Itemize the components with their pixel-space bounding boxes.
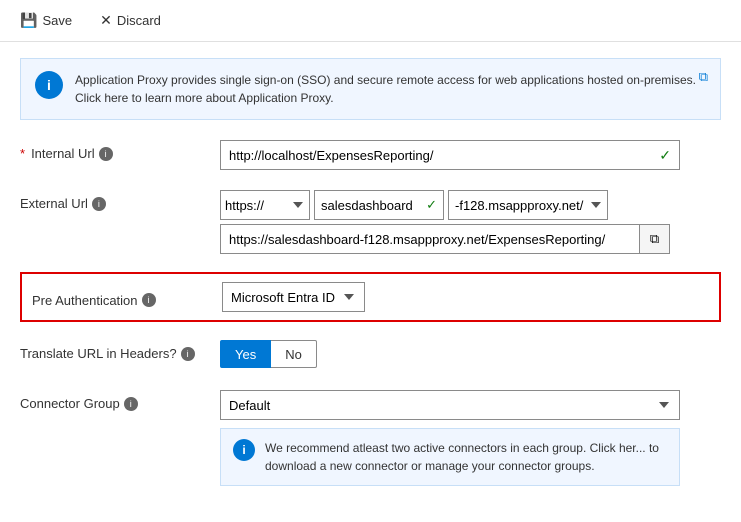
pre-auth-select[interactable]: Microsoft Entra ID Passthrough: [222, 282, 365, 312]
subdomain-valid-icon: ✓: [426, 197, 443, 213]
main-content: i Application Proxy provides single sign…: [0, 42, 741, 520]
pre-auth-field: Microsoft Entra ID Passthrough: [222, 282, 709, 312]
copy-icon: ⧉: [650, 231, 659, 247]
banner-text: Application Proxy provides single sign-o…: [75, 71, 706, 107]
internal-url-input-wrapper: ✓: [220, 140, 680, 170]
discard-icon: ✕: [100, 12, 112, 29]
pre-auth-label: Pre Authentication i: [32, 287, 222, 308]
internal-url-field: ✓: [220, 140, 721, 170]
subdomain-input[interactable]: [315, 191, 426, 219]
domain-select[interactable]: -f128.msappproxy.net/: [448, 190, 608, 220]
save-label: Save: [42, 13, 72, 28]
internal-url-input[interactable]: [221, 141, 659, 169]
internal-url-row: * Internal Url i ✓: [20, 140, 721, 172]
translate-url-row: Translate URL in Headers? i Yes No: [20, 340, 721, 372]
info-icon: i: [35, 71, 63, 99]
external-url-label: External Url i: [20, 190, 220, 211]
internal-url-help-icon[interactable]: i: [99, 147, 113, 161]
discard-button[interactable]: ✕ Discard: [96, 10, 165, 31]
connector-group-select[interactable]: Default: [220, 390, 680, 420]
connector-info-text: We recommend atleast two active connecto…: [265, 439, 667, 475]
external-url-help-icon[interactable]: i: [92, 197, 106, 211]
external-url-top: https:// ✓ -f128.msappproxy.net/: [220, 190, 721, 220]
translate-url-label: Translate URL in Headers? i: [20, 340, 220, 361]
save-button[interactable]: 💾 Save: [16, 10, 76, 31]
info-banner: i Application Proxy provides single sign…: [20, 58, 721, 120]
subdomain-input-wrapper: ✓: [314, 190, 444, 220]
translate-url-help-icon[interactable]: i: [181, 347, 195, 361]
pre-auth-help-icon[interactable]: i: [142, 293, 156, 307]
external-url-full: ⧉: [220, 224, 721, 254]
toolbar: 💾 Save ✕ Discard: [0, 0, 741, 42]
connector-group-row: Connector Group i Default i We recommend…: [20, 390, 721, 486]
connector-group-help-icon[interactable]: i: [124, 397, 138, 411]
translate-url-toggle: Yes No: [220, 340, 721, 368]
connector-info-icon: i: [233, 439, 255, 461]
connector-group-label: Connector Group i: [20, 390, 220, 411]
internal-url-valid-icon: ✓: [659, 147, 679, 164]
external-url-field: https:// ✓ -f128.msappproxy.net/ ⧉: [220, 190, 721, 254]
discard-label: Discard: [117, 13, 161, 28]
protocol-select[interactable]: https://: [220, 190, 310, 220]
internal-url-label: * Internal Url i: [20, 140, 220, 161]
external-url-group: https:// ✓ -f128.msappproxy.net/ ⧉: [220, 190, 721, 254]
external-url-row: External Url i https:// ✓ -f128.msapppro…: [20, 190, 721, 254]
no-toggle-button[interactable]: No: [271, 340, 317, 368]
save-icon: 💾: [20, 12, 37, 29]
external-link-icon[interactable]: ⧉: [699, 69, 708, 85]
translate-url-field: Yes No: [220, 340, 721, 368]
full-url-input[interactable]: [220, 224, 640, 254]
copy-url-button[interactable]: ⧉: [640, 224, 670, 254]
yes-toggle-button[interactable]: Yes: [220, 340, 271, 368]
pre-auth-row: Pre Authentication i Microsoft Entra ID …: [20, 272, 721, 322]
connector-group-field: Default i We recommend atleast two activ…: [220, 390, 721, 486]
connector-info-banner: i We recommend atleast two active connec…: [220, 428, 680, 486]
